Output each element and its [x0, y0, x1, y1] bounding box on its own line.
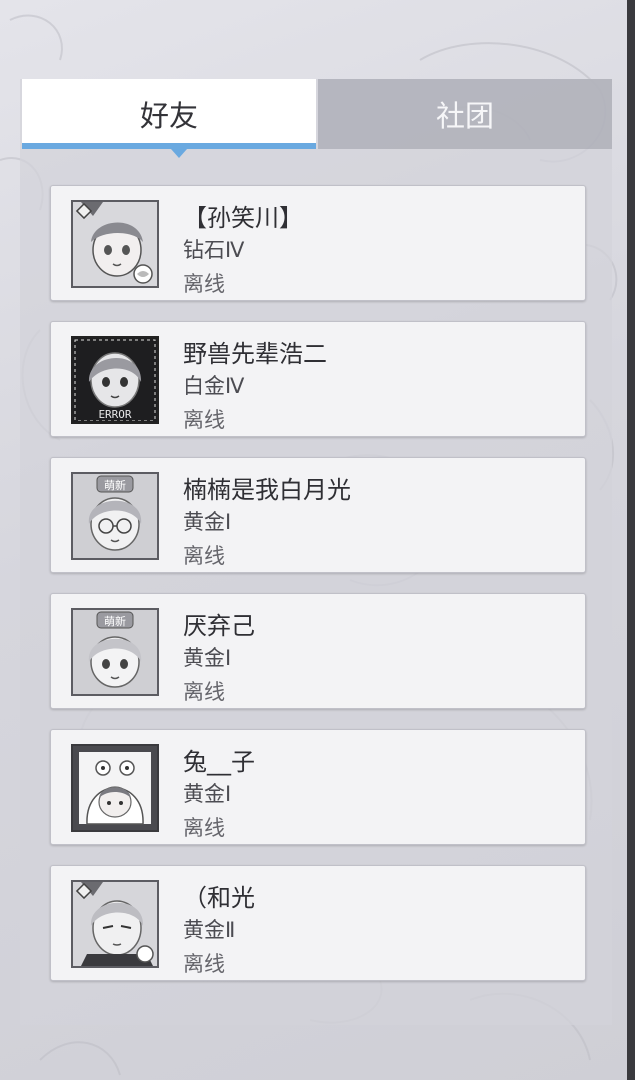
anime-girl-avatar-error-frame-icon: ERROR	[71, 336, 159, 424]
friend-status: 离线	[183, 680, 225, 704]
friend-name: 兔__子	[183, 748, 255, 776]
friend-status: 离线	[183, 816, 225, 840]
tab-club[interactable]: 社团	[318, 79, 612, 149]
friend-name: 【孙笑川】	[183, 204, 303, 232]
friend-status: 离线	[183, 408, 225, 432]
friends-panel: 好友 社团 【孙笑川】 钻石Ⅳ 离线 ERROR 野兽先辈浩二 白金Ⅳ 离线 萌…	[20, 79, 612, 1025]
friend-card[interactable]: 萌新 楠楠是我白月光 黄金Ⅰ 离线	[50, 457, 586, 573]
friend-rank: 白金Ⅳ	[183, 374, 245, 398]
friend-name: （和光	[183, 884, 255, 912]
friend-rank: 黄金Ⅰ	[183, 646, 232, 670]
anime-girl-avatar-diamond-frame-icon	[71, 880, 159, 968]
cute-badge-text: 萌新	[104, 478, 126, 492]
friend-name: 楠楠是我白月光	[183, 476, 351, 504]
friend-rank: 钻石Ⅳ	[183, 238, 245, 262]
friend-card[interactable]: ERROR 野兽先辈浩二 白金Ⅳ 离线	[50, 321, 586, 437]
screen-edge-bar	[627, 0, 635, 1080]
friend-rank: 黄金Ⅱ	[183, 918, 236, 942]
chibi-frog-hood-avatar-icon	[71, 744, 159, 832]
tab-bar: 好友 社团	[20, 79, 612, 158]
tab-friends-label: 好友	[139, 99, 198, 133]
friend-card[interactable]: 萌新 厌弃己 黄金Ⅰ 离线	[50, 593, 586, 709]
friend-status: 离线	[183, 544, 225, 568]
friend-card[interactable]: （和光 黄金Ⅱ 离线	[50, 865, 586, 981]
friend-rank: 黄金Ⅰ	[183, 782, 232, 806]
friend-card[interactable]: 兔__子 黄金Ⅰ 离线	[50, 729, 586, 845]
friend-rank: 黄金Ⅰ	[183, 510, 232, 534]
active-tab-pointer-icon	[171, 149, 187, 158]
active-tab-underline	[22, 143, 316, 149]
tab-friends[interactable]: 好友	[22, 79, 316, 158]
friend-status: 离线	[183, 952, 225, 976]
friend-name: 野兽先辈浩二	[183, 340, 327, 368]
anime-girl-avatar-diamond-frame-icon	[71, 200, 159, 288]
anime-girl-avatar-cute-badge-icon: 萌新	[71, 608, 159, 696]
anime-girl-glasses-avatar-cute-badge-icon: 萌新	[71, 472, 159, 560]
tab-club-label: 社团	[435, 99, 494, 133]
cute-badge-text: 萌新	[104, 614, 126, 628]
friend-name: 厌弃己	[183, 612, 255, 640]
friend-card[interactable]: 【孙笑川】 钻石Ⅳ 离线	[50, 185, 586, 301]
error-badge-text: ERROR	[98, 408, 131, 421]
friend-status: 离线	[183, 272, 225, 296]
